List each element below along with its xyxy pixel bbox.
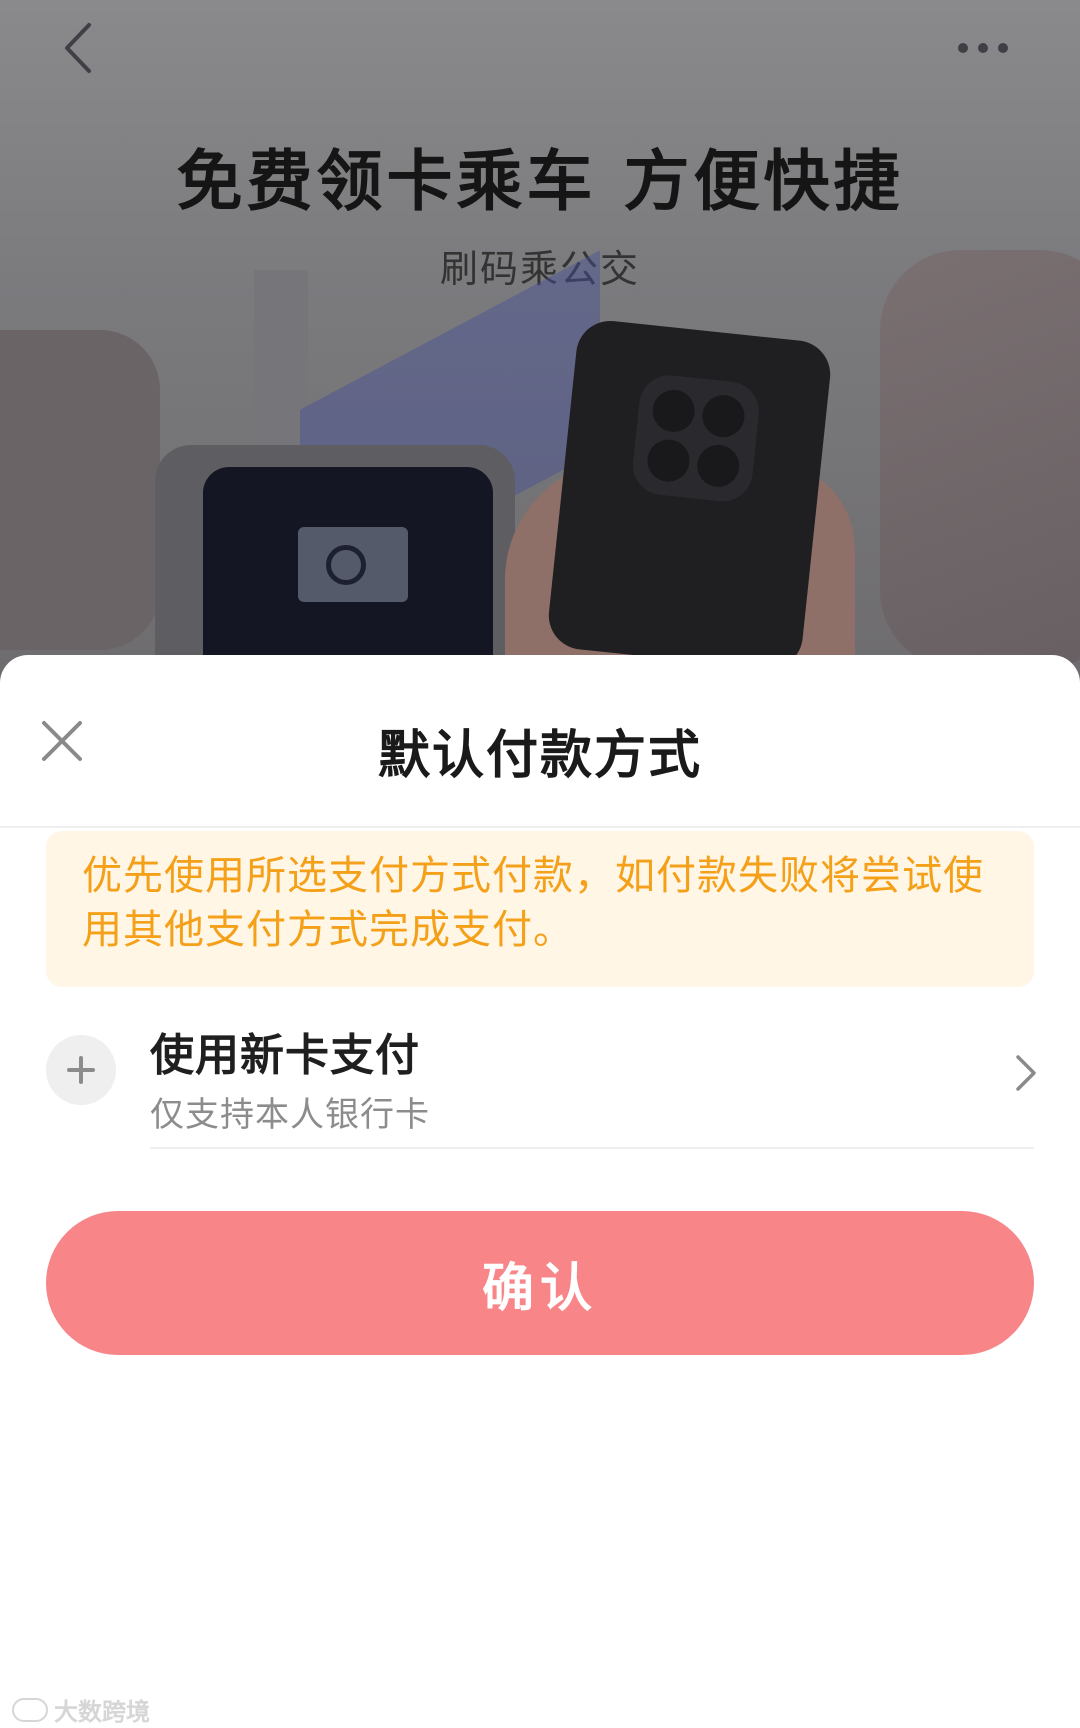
plus-icon [46,1035,116,1105]
chevron-right-icon [1016,1055,1036,1091]
more-button[interactable] [938,30,1028,66]
divider [150,1147,1034,1149]
payment-method-sheet: 默认付款方式 优先使用所选支付方式付款，如付款失败将尝试使用其他支付方式完成支付… [0,655,1080,1728]
chevron-left-icon [65,23,91,73]
add-card-subtitle: 仅支持本人银行卡 [150,1095,430,1135]
watermark: 大数跨境 [12,1692,150,1727]
divider [0,826,1080,828]
background-seat-right [880,250,1080,670]
watermark-text: 大数跨境 [54,1698,150,1726]
sheet-title: 默认付款方式 [377,726,702,786]
add-new-card-row[interactable]: 使用新卡支付 仅支持本人银行卡 [0,1007,1080,1147]
phone-illustration [545,317,834,673]
payment-notice: 优先使用所选支付方式付款，如付款失败将尝试使用其他支付方式完成支付。 [46,831,1034,987]
more-dots-icon [958,43,968,53]
background-seat-left [0,330,160,650]
add-card-title: 使用新卡支付 [150,1030,420,1081]
watermark-logo-icon [12,1697,48,1722]
back-button[interactable] [48,18,108,78]
background-page: 免费领卡乘车 方便快捷 刷码乘公交 [0,0,1080,700]
hero-title: 免费领卡乘车 方便快捷 [176,143,904,220]
confirm-button[interactable]: 确认 [46,1211,1034,1355]
